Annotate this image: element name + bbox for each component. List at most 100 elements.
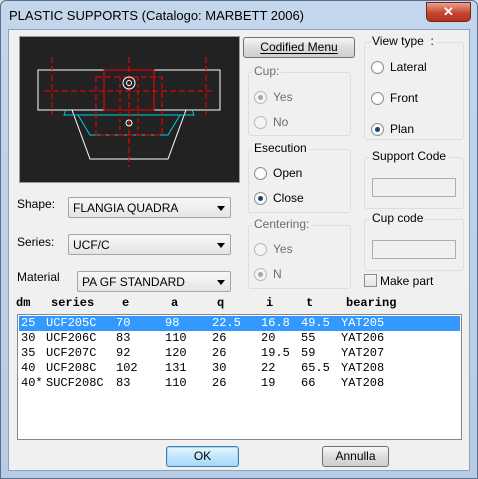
cell-e: 102 <box>116 361 138 375</box>
ok-label: OK <box>193 449 212 463</box>
table-row[interactable]: 30 UCF206C 83 110 26 20 55 YAT206 <box>19 331 460 346</box>
cell-series: UCF207C <box>46 346 97 360</box>
shape-value: FLANGIA QUADRA <box>73 201 179 215</box>
view-plan-label: Plan <box>390 122 415 136</box>
esecution-group-label: Esecution <box>252 141 309 155</box>
esecution-open-label: Open <box>273 166 303 180</box>
table-row[interactable]: 25 UCF205C 70 98 22.5 16.8 49.5 YAT205 <box>19 316 460 331</box>
view-front-radio[interactable]: Front <box>371 91 418 105</box>
cell-t: 65.5 <box>301 361 330 375</box>
centering-yes-radio[interactable]: Yes <box>254 242 293 256</box>
cell-q: 22.5 <box>212 316 241 330</box>
ok-button[interactable]: OK <box>166 446 239 467</box>
cell-a: 110 <box>165 331 187 345</box>
centering-yes-label: Yes <box>273 242 293 256</box>
close-icon: ✕ <box>443 4 454 19</box>
cup-group-label: Cup: <box>252 64 282 78</box>
make-part-checkbox[interactable] <box>364 274 377 287</box>
esecution-close-radio[interactable]: Close <box>254 191 304 205</box>
centering-n-radio[interactable]: N <box>254 267 282 281</box>
cell-q: 30 <box>212 361 227 375</box>
cell-dm: 30 <box>21 331 36 345</box>
series-label: Series: <box>17 235 55 249</box>
cell-series: SUCF208C <box>46 376 104 390</box>
cell-dm: 35 <box>21 346 36 360</box>
cell-e: 83 <box>116 331 131 345</box>
title-bar[interactable]: PLASTIC SUPPORTS (Catalogo: MARBETT 2006… <box>1 1 477 29</box>
series-value: UCF/C <box>73 238 110 252</box>
material-label: Material <box>17 270 60 284</box>
support-preview-drawing <box>19 36 240 183</box>
support-drawing-svg <box>37 57 221 167</box>
cup-code-field[interactable] <box>372 240 456 259</box>
material-dropdown[interactable]: PA GF STANDARD <box>77 271 231 292</box>
cup-code-label: Cup code <box>370 211 426 225</box>
centering-n-radio-circle <box>254 267 267 281</box>
chevron-down-icon <box>217 243 225 248</box>
annulla-label: Annulla <box>335 449 376 463</box>
centering-group-label: Centering: <box>252 217 312 231</box>
esecution-close-radio-circle <box>254 191 267 205</box>
cell-a: 110 <box>165 376 187 390</box>
cup-no-radio[interactable]: No <box>254 115 288 129</box>
cell-e: 83 <box>116 376 131 390</box>
column-header-bearing: bearing <box>346 296 397 310</box>
close-button[interactable]: ✕ <box>426 2 471 22</box>
view-lateral-label: Lateral <box>390 60 427 74</box>
view-type-group-label: View type : <box>370 34 436 48</box>
cup-no-radio-circle <box>254 115 267 129</box>
table-row[interactable]: 35 UCF207C 92 120 26 19.5 59 YAT207 <box>19 346 460 361</box>
window-title: PLASTIC SUPPORTS (Catalogo: MARBETT 2006… <box>9 8 305 23</box>
column-header-a: a <box>171 296 179 310</box>
view-lateral-radio[interactable]: Lateral <box>371 60 427 74</box>
cell-bearing: YAT206 <box>341 331 385 345</box>
cell-series: UCF208C <box>46 361 97 375</box>
shape-label: Shape: <box>17 197 56 211</box>
centering-yes-radio-circle <box>254 242 267 256</box>
column-header-i: i <box>266 296 274 310</box>
cell-e: 70 <box>116 316 131 330</box>
cup-yes-label: Yes <box>273 90 293 104</box>
cell-a: 131 <box>165 361 187 375</box>
series-dropdown[interactable]: UCF/C <box>68 234 231 255</box>
make-part-label: Make part <box>380 274 434 288</box>
dialog-client-area: Codified Menu Cup: Yes No Esecution Open… <box>8 29 470 471</box>
view-front-label: Front <box>390 91 419 105</box>
esecution-open-radio[interactable]: Open <box>254 166 302 180</box>
view-plan-radio[interactable]: Plan <box>371 122 414 136</box>
cell-a: 120 <box>165 346 187 360</box>
cell-t: 49.5 <box>301 316 330 330</box>
cell-i: 16.8 <box>261 316 290 330</box>
chevron-down-icon <box>217 280 225 285</box>
view-plan-radio-circle <box>371 122 384 136</box>
esecution-open-radio-circle <box>254 166 267 180</box>
cell-t: 55 <box>301 331 316 345</box>
column-header-t: t <box>306 296 314 310</box>
cell-series: UCF205C <box>46 316 97 330</box>
annulla-button[interactable]: Annulla <box>322 446 389 467</box>
cell-q: 26 <box>212 346 227 360</box>
view-front-radio-circle <box>371 91 384 105</box>
cell-series: UCF206C <box>46 331 97 345</box>
chevron-down-icon <box>217 206 225 211</box>
table-row[interactable]: 40 UCF208C 102 131 30 22 65.5 YAT208 <box>19 361 460 376</box>
cell-bearing: YAT207 <box>341 346 385 360</box>
codified-menu-button[interactable]: Codified Menu <box>243 37 355 58</box>
cell-e: 92 <box>116 346 131 360</box>
dialog-window: PLASTIC SUPPORTS (Catalogo: MARBETT 2006… <box>0 0 478 479</box>
cell-dm: 25 <box>21 316 36 330</box>
cell-bearing: YAT205 <box>341 316 385 330</box>
cell-q: 26 <box>212 331 227 345</box>
support-code-field[interactable] <box>372 178 456 197</box>
cup-yes-radio[interactable]: Yes <box>254 90 293 104</box>
cell-i: 19 <box>261 376 276 390</box>
column-header-dm: dm <box>16 296 31 310</box>
cell-bearing: YAT208 <box>341 361 385 375</box>
shape-dropdown[interactable]: FLANGIA QUADRA <box>68 197 231 218</box>
table-row[interactable]: 40* SUCF208C 83 110 26 19 66 YAT208 <box>19 376 460 391</box>
esecution-close-label: Close <box>273 191 304 205</box>
material-value: PA GF STANDARD <box>82 275 185 289</box>
column-header-series: series <box>51 296 95 310</box>
cell-i: 22 <box>261 361 276 375</box>
supports-list[interactable]: 25 UCF205C 70 98 22.5 16.8 49.5 YAT205 3… <box>17 314 462 440</box>
